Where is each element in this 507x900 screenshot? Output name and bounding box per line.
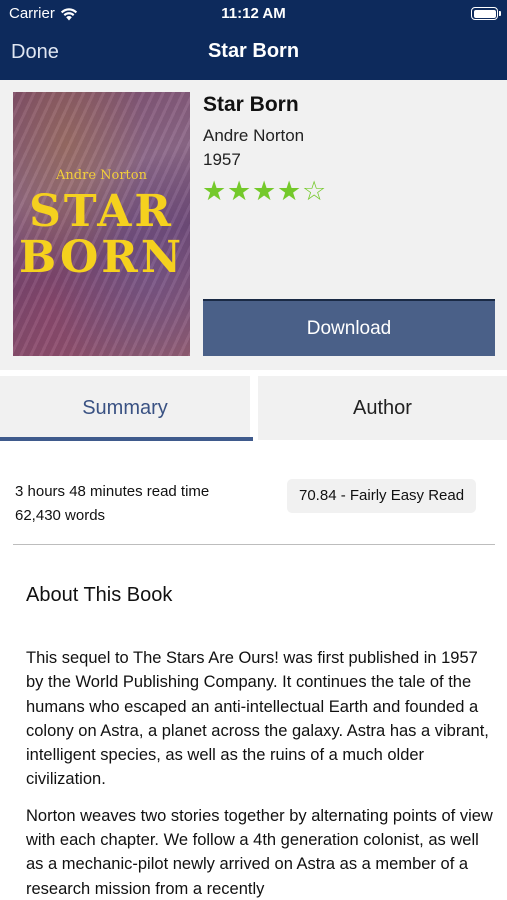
navigation-bar: Done Star Born bbox=[0, 28, 507, 80]
tab-author[interactable]: Author bbox=[258, 376, 507, 440]
cover-title-line1: STAR bbox=[29, 186, 174, 237]
star-filled-icon: ★ bbox=[252, 176, 277, 206]
read-time: 3 hours 48 minutes read time bbox=[15, 483, 210, 500]
word-count: 62,430 words bbox=[15, 507, 106, 524]
star-filled-icon: ★ bbox=[227, 176, 252, 206]
cover-title-line2: BORN bbox=[18, 232, 185, 283]
book-author: Andre Norton bbox=[203, 126, 305, 145]
selected-tab-indicator bbox=[0, 437, 253, 441]
readability-badge: 70.84 - Fairly Easy Read bbox=[287, 479, 477, 513]
about-paragraph: Norton weaves two stories together by al… bbox=[26, 806, 493, 898]
about-paragraph: This sequel to The Stars Are Ours! was f… bbox=[26, 649, 489, 789]
tab-bar: Summary Author bbox=[0, 374, 507, 440]
download-button[interactable]: Download bbox=[203, 299, 495, 356]
star-rating: ★ ★ ★ ★ ☆ bbox=[202, 176, 326, 206]
nav-title: Star Born bbox=[207, 40, 300, 62]
about-heading: About This Book bbox=[26, 584, 173, 606]
about-text: This sequel to The Stars Are Ours! was f… bbox=[26, 646, 496, 900]
tab-summary[interactable]: Summary bbox=[0, 376, 250, 440]
book-cover-image: Andre Norton STAR BORN bbox=[13, 92, 190, 356]
book-year: 1957 bbox=[203, 150, 241, 169]
book-title: Star Born bbox=[203, 93, 299, 116]
star-empty-icon: ☆ bbox=[302, 176, 327, 206]
status-bar: Carrier 11:12 AM bbox=[0, 0, 507, 28]
clock: 11:12 AM bbox=[221, 5, 286, 22]
divider bbox=[13, 544, 495, 545]
reading-stats: 3 hours 48 minutes read time 62,430 word… bbox=[15, 480, 209, 528]
battery-icon bbox=[471, 7, 501, 20]
star-filled-icon: ★ bbox=[202, 176, 227, 206]
star-filled-icon: ★ bbox=[277, 176, 302, 206]
cover-author-text: Andre Norton bbox=[56, 168, 147, 183]
